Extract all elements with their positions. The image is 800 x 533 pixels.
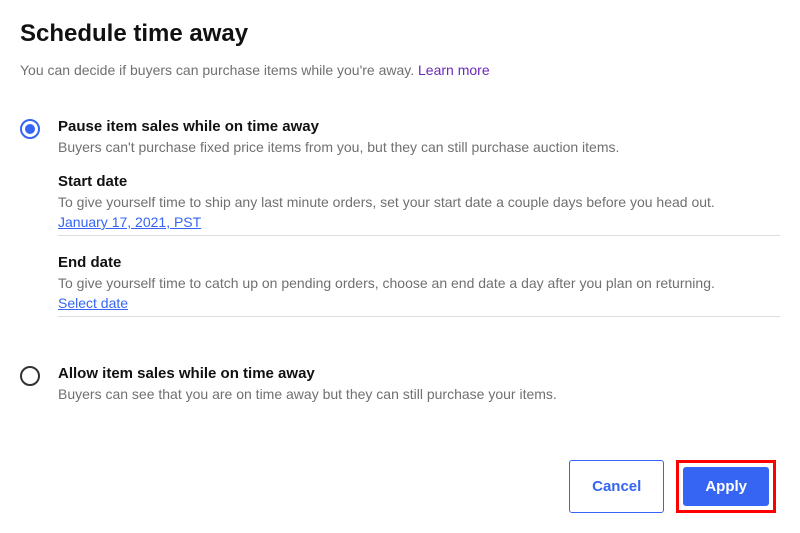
- option-allow-sales: Allow item sales while on time away Buye…: [20, 365, 780, 420]
- start-date-section: Start date To give yourself time to ship…: [58, 173, 780, 236]
- start-date-link[interactable]: January 17, 2021, PST: [58, 214, 201, 230]
- apply-highlight: Apply: [676, 460, 776, 513]
- option-allow-desc: Buyers can see that you are on time away…: [58, 386, 780, 402]
- end-date-label: End date: [58, 254, 780, 271]
- option-pause-desc: Buyers can't purchase fixed price items …: [58, 139, 780, 155]
- radio-selected-icon: [25, 124, 35, 134]
- end-date-divider: [58, 316, 780, 317]
- option-allow-title: Allow item sales while on time away: [58, 365, 780, 382]
- page-subtitle: You can decide if buyers can purchase it…: [20, 62, 780, 78]
- radio-pause-sales[interactable]: [20, 119, 40, 139]
- start-date-label: Start date: [58, 173, 780, 190]
- option-allow-content: Allow item sales while on time away Buye…: [58, 365, 780, 420]
- subtitle-text: You can decide if buyers can purchase it…: [20, 62, 418, 78]
- option-pause-title: Pause item sales while on time away: [58, 118, 780, 135]
- end-date-link[interactable]: Select date: [58, 295, 128, 311]
- radio-allow-sales[interactable]: [20, 366, 40, 386]
- page-title: Schedule time away: [20, 20, 780, 48]
- start-date-divider: [58, 235, 780, 236]
- end-date-desc: To give yourself time to catch up on pen…: [58, 275, 780, 291]
- option-pause-content: Pause item sales while on time away Buye…: [58, 118, 780, 335]
- learn-more-link[interactable]: Learn more: [418, 62, 490, 78]
- button-row: Cancel Apply: [20, 460, 780, 513]
- start-date-desc: To give yourself time to ship any last m…: [58, 194, 780, 210]
- end-date-section: End date To give yourself time to catch …: [58, 254, 780, 317]
- option-pause-sales: Pause item sales while on time away Buye…: [20, 118, 780, 335]
- apply-button[interactable]: Apply: [683, 467, 769, 506]
- cancel-button[interactable]: Cancel: [569, 460, 664, 513]
